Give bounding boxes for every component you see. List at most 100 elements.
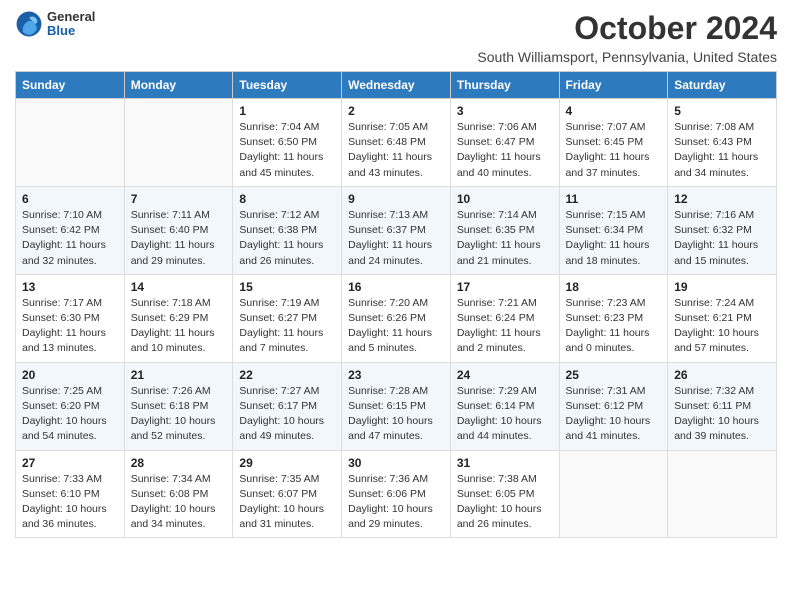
calendar-day-cell: 17 Sunrise: 7:21 AM Sunset: 6:24 PM Dayli… bbox=[450, 274, 559, 362]
day-info: Sunrise: 7:11 AM Sunset: 6:40 PM Dayligh… bbox=[131, 208, 227, 269]
day-number: 22 bbox=[239, 368, 335, 382]
day-number: 16 bbox=[348, 280, 444, 294]
logo-text: General Blue bbox=[47, 10, 95, 39]
logo-general-text: General bbox=[47, 10, 95, 24]
day-number: 25 bbox=[566, 368, 662, 382]
day-number: 4 bbox=[566, 104, 662, 118]
calendar-day-cell: 8 Sunrise: 7:12 AM Sunset: 6:38 PM Daylig… bbox=[233, 186, 342, 274]
day-number: 30 bbox=[348, 456, 444, 470]
logo-icon bbox=[15, 10, 43, 38]
day-info: Sunrise: 7:06 AM Sunset: 6:47 PM Dayligh… bbox=[457, 120, 553, 181]
calendar-day-cell: 12 Sunrise: 7:16 AM Sunset: 6:32 PM Dayli… bbox=[668, 186, 777, 274]
calendar-header-row: SundayMondayTuesdayWednesdayThursdayFrid… bbox=[16, 72, 777, 99]
calendar-day-cell: 26Sunrise: 7:32 AM Sunset: 6:11 PM Dayli… bbox=[668, 362, 777, 450]
day-number: 29 bbox=[239, 456, 335, 470]
location: South Williamsport, Pennsylvania, United… bbox=[477, 49, 777, 65]
calendar-day-cell: 5 Sunrise: 7:08 AM Sunset: 6:43 PM Daylig… bbox=[668, 99, 777, 187]
calendar-day-cell: 21Sunrise: 7:26 AM Sunset: 6:18 PM Dayli… bbox=[124, 362, 233, 450]
day-info: Sunrise: 7:04 AM Sunset: 6:50 PM Dayligh… bbox=[239, 120, 335, 181]
day-number: 5 bbox=[674, 104, 770, 118]
day-info: Sunrise: 7:38 AM Sunset: 6:05 PM Dayligh… bbox=[457, 472, 553, 533]
day-of-week-header: Saturday bbox=[668, 72, 777, 99]
calendar-day-cell bbox=[559, 450, 668, 538]
day-info: Sunrise: 7:12 AM Sunset: 6:38 PM Dayligh… bbox=[239, 208, 335, 269]
calendar-day-cell bbox=[16, 99, 125, 187]
title-block: October 2024 South Williamsport, Pennsyl… bbox=[477, 10, 777, 65]
day-number: 19 bbox=[674, 280, 770, 294]
day-number: 8 bbox=[239, 192, 335, 206]
calendar-day-cell: 31 Sunrise: 7:38 AM Sunset: 6:05 PM Dayli… bbox=[450, 450, 559, 538]
calendar-day-cell: 22Sunrise: 7:27 AM Sunset: 6:17 PM Dayli… bbox=[233, 362, 342, 450]
calendar-day-cell: 11Sunrise: 7:15 AM Sunset: 6:34 PM Dayli… bbox=[559, 186, 668, 274]
day-of-week-header: Wednesday bbox=[342, 72, 451, 99]
calendar-day-cell: 9 Sunrise: 7:13 AM Sunset: 6:37 PM Daylig… bbox=[342, 186, 451, 274]
day-info: Sunrise: 7:14 AM Sunset: 6:35 PM Dayligh… bbox=[457, 208, 553, 269]
day-of-week-header: Thursday bbox=[450, 72, 559, 99]
day-info: Sunrise: 7:23 AM Sunset: 6:23 PM Dayligh… bbox=[566, 296, 662, 357]
calendar-week-row: 6Sunrise: 7:10 AM Sunset: 6:42 PM Daylig… bbox=[16, 186, 777, 274]
calendar-week-row: 1 Sunrise: 7:04 AM Sunset: 6:50 PM Daylig… bbox=[16, 99, 777, 187]
day-info: Sunrise: 7:29 AM Sunset: 6:14 PM Dayligh… bbox=[457, 384, 553, 445]
day-number: 7 bbox=[131, 192, 227, 206]
day-info: Sunrise: 7:19 AM Sunset: 6:27 PM Dayligh… bbox=[239, 296, 335, 357]
calendar-day-cell: 23Sunrise: 7:28 AM Sunset: 6:15 PM Dayli… bbox=[342, 362, 451, 450]
calendar-day-cell: 1 Sunrise: 7:04 AM Sunset: 6:50 PM Daylig… bbox=[233, 99, 342, 187]
logo-blue-text: Blue bbox=[47, 24, 95, 38]
day-info: Sunrise: 7:31 AM Sunset: 6:12 PM Dayligh… bbox=[566, 384, 662, 445]
day-number: 23 bbox=[348, 368, 444, 382]
calendar-day-cell: 25 Sunrise: 7:31 AM Sunset: 6:12 PM Dayli… bbox=[559, 362, 668, 450]
day-info: Sunrise: 7:20 AM Sunset: 6:26 PM Dayligh… bbox=[348, 296, 444, 357]
calendar-day-cell: 10 Sunrise: 7:14 AM Sunset: 6:35 PM Dayli… bbox=[450, 186, 559, 274]
calendar-day-cell: 7 Sunrise: 7:11 AM Sunset: 6:40 PM Daylig… bbox=[124, 186, 233, 274]
day-number: 27 bbox=[22, 456, 118, 470]
calendar-table: SundayMondayTuesdayWednesdayThursdayFrid… bbox=[15, 71, 777, 538]
day-info: Sunrise: 7:10 AM Sunset: 6:42 PM Dayligh… bbox=[22, 208, 118, 269]
day-number: 14 bbox=[131, 280, 227, 294]
day-info: Sunrise: 7:08 AM Sunset: 6:43 PM Dayligh… bbox=[674, 120, 770, 181]
day-number: 24 bbox=[457, 368, 553, 382]
day-info: Sunrise: 7:36 AM Sunset: 6:06 PM Dayligh… bbox=[348, 472, 444, 533]
day-info: Sunrise: 7:16 AM Sunset: 6:32 PM Dayligh… bbox=[674, 208, 770, 269]
day-number: 3 bbox=[457, 104, 553, 118]
day-number: 9 bbox=[348, 192, 444, 206]
day-info: Sunrise: 7:25 AM Sunset: 6:20 PM Dayligh… bbox=[22, 384, 118, 445]
day-number: 15 bbox=[239, 280, 335, 294]
calendar-day-cell: 3 Sunrise: 7:06 AM Sunset: 6:47 PM Daylig… bbox=[450, 99, 559, 187]
day-of-week-header: Sunday bbox=[16, 72, 125, 99]
day-number: 10 bbox=[457, 192, 553, 206]
calendar-day-cell: 30 Sunrise: 7:36 AM Sunset: 6:06 PM Dayli… bbox=[342, 450, 451, 538]
day-number: 31 bbox=[457, 456, 553, 470]
calendar-day-cell: 13 Sunrise: 7:17 AM Sunset: 6:30 PM Dayli… bbox=[16, 274, 125, 362]
calendar-day-cell: 20 Sunrise: 7:25 AM Sunset: 6:20 PM Dayli… bbox=[16, 362, 125, 450]
day-number: 20 bbox=[22, 368, 118, 382]
calendar-day-cell: 6Sunrise: 7:10 AM Sunset: 6:42 PM Daylig… bbox=[16, 186, 125, 274]
day-info: Sunrise: 7:34 AM Sunset: 6:08 PM Dayligh… bbox=[131, 472, 227, 533]
day-number: 21 bbox=[131, 368, 227, 382]
day-info: Sunrise: 7:13 AM Sunset: 6:37 PM Dayligh… bbox=[348, 208, 444, 269]
day-of-week-header: Friday bbox=[559, 72, 668, 99]
day-number: 1 bbox=[239, 104, 335, 118]
day-info: Sunrise: 7:17 AM Sunset: 6:30 PM Dayligh… bbox=[22, 296, 118, 357]
day-info: Sunrise: 7:21 AM Sunset: 6:24 PM Dayligh… bbox=[457, 296, 553, 357]
calendar-day-cell: 4Sunrise: 7:07 AM Sunset: 6:45 PM Daylig… bbox=[559, 99, 668, 187]
day-number: 12 bbox=[674, 192, 770, 206]
day-number: 13 bbox=[22, 280, 118, 294]
day-info: Sunrise: 7:18 AM Sunset: 6:29 PM Dayligh… bbox=[131, 296, 227, 357]
calendar-week-row: 13 Sunrise: 7:17 AM Sunset: 6:30 PM Dayli… bbox=[16, 274, 777, 362]
day-info: Sunrise: 7:24 AM Sunset: 6:21 PM Dayligh… bbox=[674, 296, 770, 357]
day-number: 18 bbox=[566, 280, 662, 294]
day-info: Sunrise: 7:32 AM Sunset: 6:11 PM Dayligh… bbox=[674, 384, 770, 445]
day-info: Sunrise: 7:33 AM Sunset: 6:10 PM Dayligh… bbox=[22, 472, 118, 533]
calendar-day-cell: 14 Sunrise: 7:18 AM Sunset: 6:29 PM Dayli… bbox=[124, 274, 233, 362]
month-title: October 2024 bbox=[477, 10, 777, 47]
calendar-day-cell: 15 Sunrise: 7:19 AM Sunset: 6:27 PM Dayli… bbox=[233, 274, 342, 362]
day-number: 17 bbox=[457, 280, 553, 294]
day-number: 2 bbox=[348, 104, 444, 118]
day-of-week-header: Tuesday bbox=[233, 72, 342, 99]
day-number: 11 bbox=[566, 192, 662, 206]
calendar-day-cell: 18 Sunrise: 7:23 AM Sunset: 6:23 PM Dayli… bbox=[559, 274, 668, 362]
calendar-week-row: 20 Sunrise: 7:25 AM Sunset: 6:20 PM Dayli… bbox=[16, 362, 777, 450]
calendar-day-cell: 16 Sunrise: 7:20 AM Sunset: 6:26 PM Dayli… bbox=[342, 274, 451, 362]
calendar-day-cell bbox=[124, 99, 233, 187]
logo: General Blue bbox=[15, 10, 95, 39]
